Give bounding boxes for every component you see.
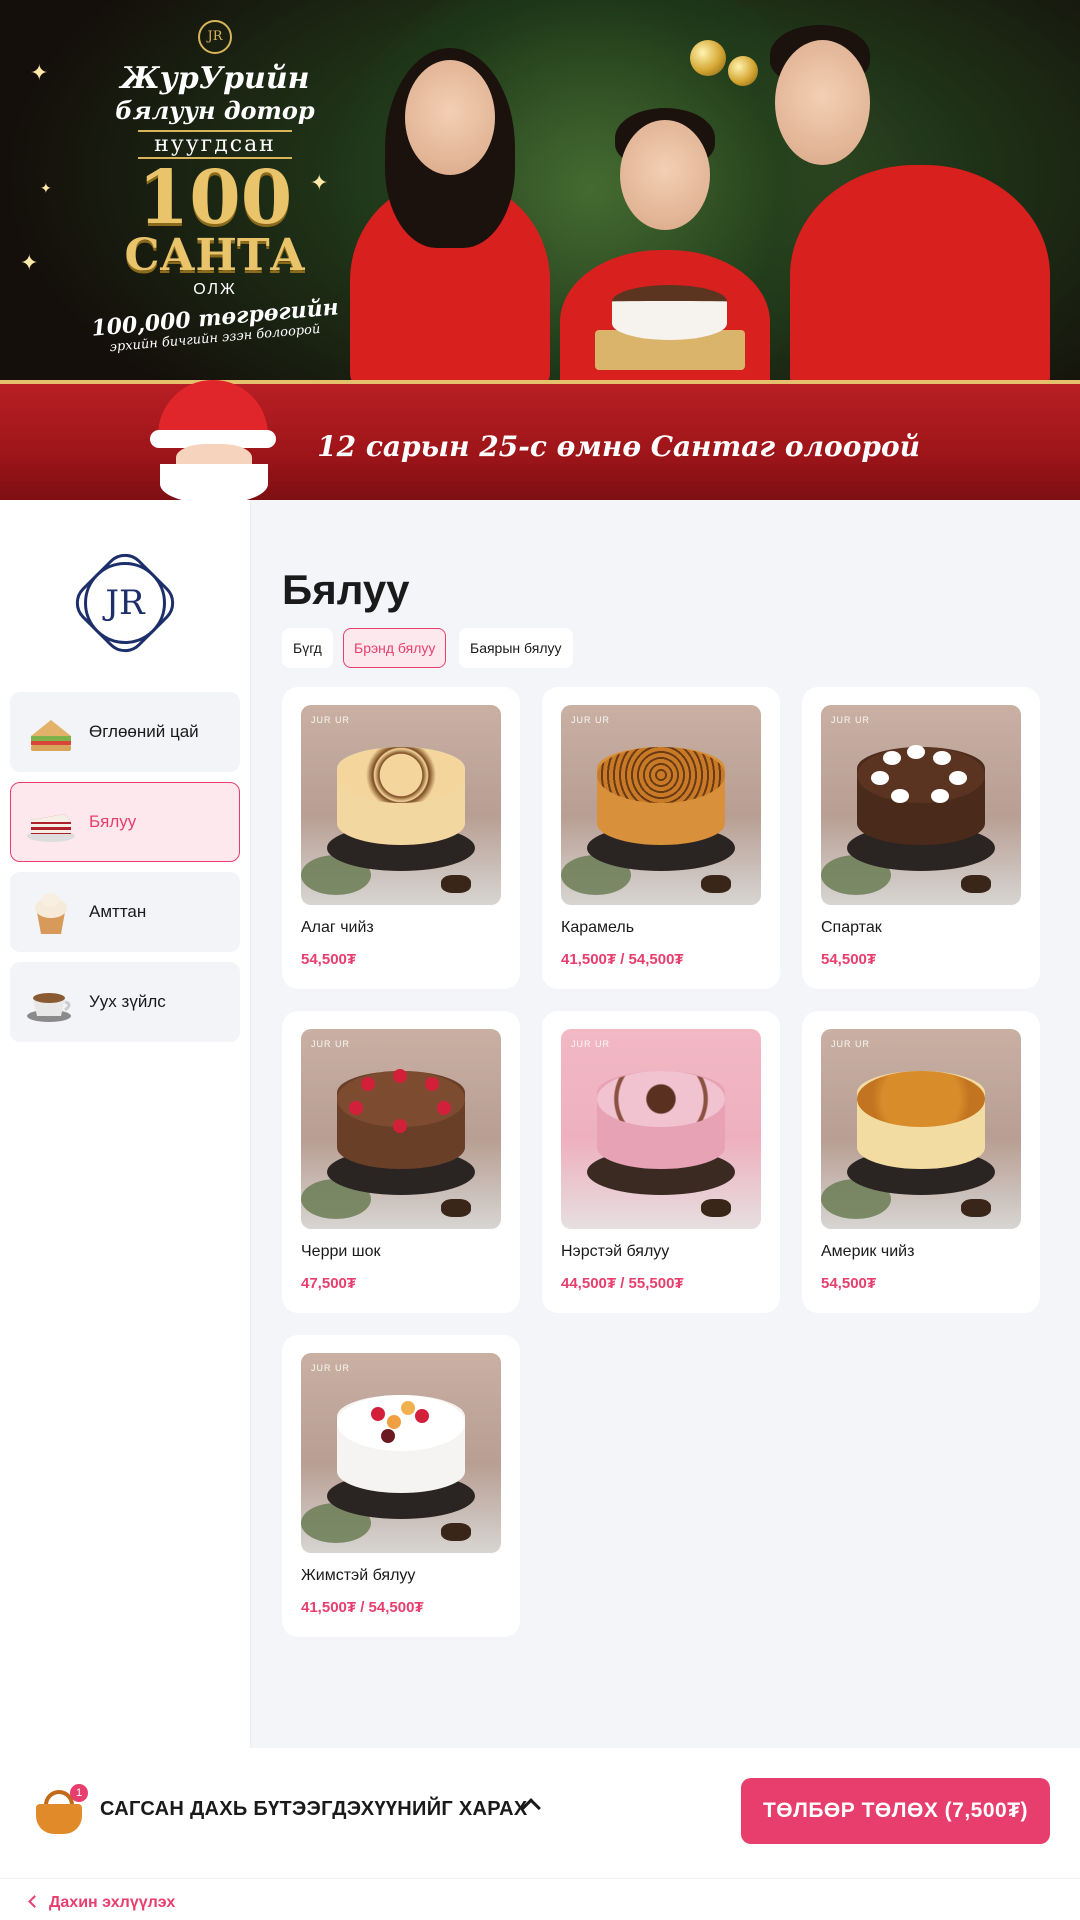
jr-badge-logo: JR bbox=[198, 20, 232, 54]
sidebar-item-breakfast[interactable]: Өглөөний цай bbox=[10, 692, 240, 772]
filter-chip-holiday[interactable]: Баярын бялуу bbox=[459, 628, 573, 668]
banner-cake bbox=[612, 285, 727, 340]
cart-bar: 1 САГСАН ДАХЬ БҮТЭЭГДЭХҮҮНИЙГ ХАРАХ ТӨЛБ… bbox=[0, 1748, 1080, 1920]
filter-chip-brand[interactable]: Брэнд бялуу bbox=[343, 628, 447, 668]
product-card[interactable]: JUR UR Нэрстэй бялуу 44,500₮ / 55,500₮ bbox=[542, 1011, 780, 1313]
product-price: 44,500₮ / 55,500₮ bbox=[561, 1275, 684, 1292]
product-price: 41,500₮ / 54,500₮ bbox=[301, 1599, 424, 1616]
product-image: JUR UR bbox=[561, 705, 761, 905]
ornament bbox=[728, 56, 758, 86]
chevron-left-icon bbox=[28, 1895, 41, 1908]
promo-line1: ЖурУрийн bbox=[120, 61, 310, 96]
product-card[interactable]: JUR UR Америк чийз 54,500₮ bbox=[802, 1011, 1040, 1313]
restart-link[interactable]: Дахин эхлүүлэх bbox=[28, 1894, 176, 1912]
product-card[interactable]: JUR UR Карамель 41,500₮ / 54,500₮ bbox=[542, 687, 780, 989]
product-name: Алаг чийз bbox=[301, 919, 374, 936]
product-card[interactable]: JUR UR Черри шок 47,500₮ bbox=[282, 1011, 520, 1313]
product-name: Америк чийз bbox=[821, 1243, 915, 1260]
product-price: 54,500₮ bbox=[821, 951, 877, 968]
product-image: JUR UR bbox=[301, 1353, 501, 1553]
sidebar-item-cakes[interactable]: Бялуу bbox=[10, 782, 240, 862]
cake-slice-icon bbox=[25, 796, 77, 848]
sidebar-item-desserts[interactable]: Амттан bbox=[10, 872, 240, 952]
product-price: 54,500₮ bbox=[821, 1275, 877, 1292]
sandwich-icon bbox=[25, 706, 77, 758]
product-image: JUR UR bbox=[301, 705, 501, 905]
promo-banner[interactable]: ✦ ✦ ✦ ✦ JR ЖурУрийн бялуун дотор нуугдса… bbox=[0, 0, 1080, 500]
filter-chip-all[interactable]: Бүгд bbox=[282, 628, 333, 668]
person-face bbox=[405, 60, 495, 175]
santa-icon bbox=[140, 380, 300, 500]
product-name: Нэрстэй бялуу bbox=[561, 1243, 670, 1260]
sparkle-icon: ✦ bbox=[30, 60, 49, 85]
product-name: Жимстэй бялуу bbox=[301, 1567, 416, 1584]
product-name: Спартак bbox=[821, 919, 882, 936]
sidebar-item-label: Өглөөний цай bbox=[89, 722, 199, 741]
person-face bbox=[775, 40, 870, 165]
product-area: Бялуу Бүгд Брэнд бялуу Баярын бялуу JUR … bbox=[252, 500, 1080, 1748]
promo-santa: САНТА bbox=[124, 230, 306, 281]
sidebar-item-drinks[interactable]: Уух зүйлс bbox=[10, 962, 240, 1042]
product-card[interactable]: JUR UR Спартак 54,500₮ bbox=[802, 687, 1040, 989]
brand-logo: JR bbox=[84, 562, 166, 644]
product-card[interactable]: JUR UR Алаг чийз 54,500₮ bbox=[282, 687, 520, 989]
cupcake-icon bbox=[25, 886, 77, 938]
restart-label: Дахин эхлүүлэх bbox=[49, 1894, 176, 1911]
promo-number: 100 bbox=[137, 155, 293, 241]
product-price: 41,500₮ / 54,500₮ bbox=[561, 951, 684, 968]
product-image: JUR UR bbox=[821, 1029, 1021, 1229]
page-title: Бялуу bbox=[282, 566, 410, 613]
ornament bbox=[690, 40, 726, 76]
coffee-cup-icon bbox=[25, 976, 77, 1028]
cart-count-badge: 1 bbox=[70, 1784, 88, 1802]
product-image: JUR UR bbox=[301, 1029, 501, 1229]
sidebar-item-label: Уух зүйлс bbox=[89, 992, 166, 1011]
divider bbox=[0, 1878, 1080, 1879]
view-cart-button[interactable]: САГСАН ДАХЬ БҮТЭЭГДЭХҮҮНИЙГ ХАРАХ bbox=[100, 1798, 528, 1821]
product-image: JUR UR bbox=[821, 705, 1021, 905]
person-face bbox=[620, 120, 710, 230]
product-name: Карамель bbox=[561, 919, 635, 936]
banner-ribbon-text: 12 сарын 25-с өмнө Сантаг олоорой bbox=[317, 430, 920, 463]
person-father bbox=[790, 165, 1050, 395]
product-price: 54,500₮ bbox=[301, 951, 357, 968]
product-image: JUR UR bbox=[561, 1029, 761, 1229]
sidebar-item-label: Бялуу bbox=[89, 812, 137, 831]
product-price: 47,500₮ bbox=[301, 1275, 357, 1292]
sparkle-icon: ✦ bbox=[40, 180, 52, 196]
sidebar-item-label: Амттан bbox=[89, 902, 147, 921]
promo-text: JR ЖурУрийн бялуун дотор нуугдсан 100 СА… bbox=[90, 20, 340, 355]
product-name: Черри шок bbox=[301, 1243, 381, 1260]
promo-line2: бялуун дотор bbox=[115, 96, 315, 125]
pay-button[interactable]: ТӨЛБӨР ТӨЛӨХ (7,500₮) bbox=[741, 1778, 1050, 1844]
product-card[interactable]: JUR UR Жимстэй бялуу 41,500₮ / 54,500₮ bbox=[282, 1335, 520, 1637]
sparkle-icon: ✦ bbox=[20, 250, 39, 275]
category-sidebar: JR Өглөөний цай Бялуу Амттан Уух зүйлс bbox=[0, 500, 251, 1748]
